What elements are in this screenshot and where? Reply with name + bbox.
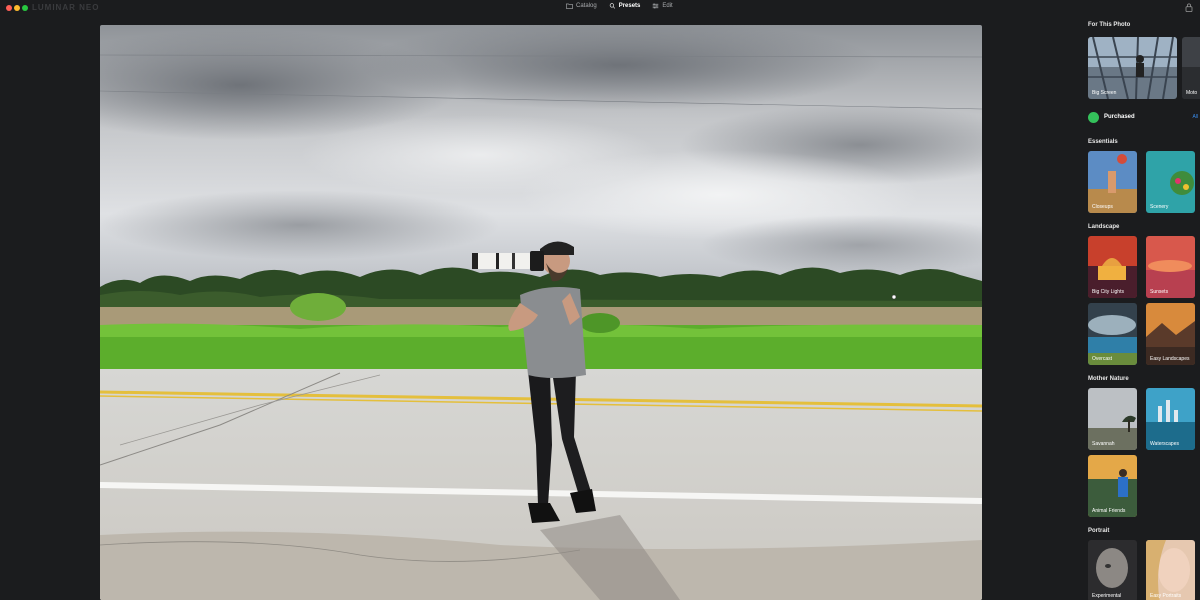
preset-card-closeups[interactable]: Closeups [1088,151,1137,213]
preset-label: Easy Portraits [1150,593,1182,599]
tab-edit-label: Edit [662,3,673,9]
preset-card-waterscapes[interactable]: Waterscapes [1146,388,1195,450]
section-title-portrait: Portrait [1088,528,1110,534]
main-nav: Catalog Presets Edit [566,3,673,9]
preset-card-moto[interactable]: Moto [1182,37,1200,99]
preset-label: Savannah [1092,441,1115,447]
preset-card-big-city-lights[interactable]: Big City Lights [1088,236,1137,298]
preset-card-sunsets[interactable]: Sunsets [1146,236,1195,298]
photographer-on-road-photo [100,25,982,600]
preset-label: Easy Landscapes [1150,356,1190,362]
purchased-label: Purchased [1104,114,1135,120]
preset-label: Scenery [1150,204,1169,210]
section-title-for-this-photo: For This Photo [1088,22,1131,28]
preset-label: Closeups [1092,204,1113,210]
tab-catalog-label: Catalog [576,3,597,9]
preset-label: Big City Lights [1092,289,1124,295]
app-logo: LUMINAR NEO [32,3,100,12]
purchased-badge-icon [1088,112,1099,123]
tab-edit[interactable]: Edit [652,3,673,9]
preset-thumb [1146,540,1195,600]
preset-card-scenery[interactable]: Scenery [1146,151,1195,213]
purchased-row[interactable]: Purchased All [1088,112,1198,124]
preset-thumb [1088,540,1137,600]
zoom-window-button[interactable] [22,5,28,11]
preset-label: Moto [1186,90,1198,96]
tab-presets[interactable]: Presets [609,3,641,9]
preset-label: Overcast [1092,356,1113,362]
preset-card-easy-landscapes[interactable]: Easy Landscapes [1146,303,1195,365]
lock-icon[interactable] [1185,3,1193,12]
purchased-all-link[interactable]: All [1192,114,1198,120]
preset-label: Animal Friends [1092,508,1126,514]
preset-card-overcast[interactable]: Overcast [1088,303,1137,365]
tab-catalog[interactable]: Catalog [566,3,597,9]
section-title-essentials: Essentials [1088,139,1118,145]
preset-card-animal-friends[interactable]: Animal Friends [1088,455,1137,517]
close-window-button[interactable] [6,5,12,11]
main-photo[interactable] [100,25,982,600]
title-bar: LUMINAR NEO Catalog Presets Edit [0,0,1200,16]
preset-card-easy-portraits[interactable]: Easy Portraits [1146,540,1195,600]
section-title-landscape: Landscape [1088,224,1120,230]
preset-label: Waterscapes [1150,441,1179,447]
presets-sidebar: For This Photo Big Screen Moto Purchased… [1080,16,1200,600]
preset-card-big-screen[interactable]: Big Screen [1088,37,1177,99]
folder-icon [566,3,573,9]
photo-canvas [0,16,1080,600]
minimize-window-button[interactable] [14,5,20,11]
sliders-icon [653,3,659,9]
preset-label: Sunsets [1150,289,1169,295]
section-title-mother-nature: Mother Nature [1088,376,1129,382]
preset-label: Big Screen [1092,90,1117,96]
presets-icon [609,3,615,9]
preset-label: Experimental [1092,593,1122,599]
preset-card-savannah[interactable]: Savannah [1088,388,1137,450]
tab-presets-label: Presets [618,3,641,9]
preset-card-experimental[interactable]: Experimental [1088,540,1137,600]
